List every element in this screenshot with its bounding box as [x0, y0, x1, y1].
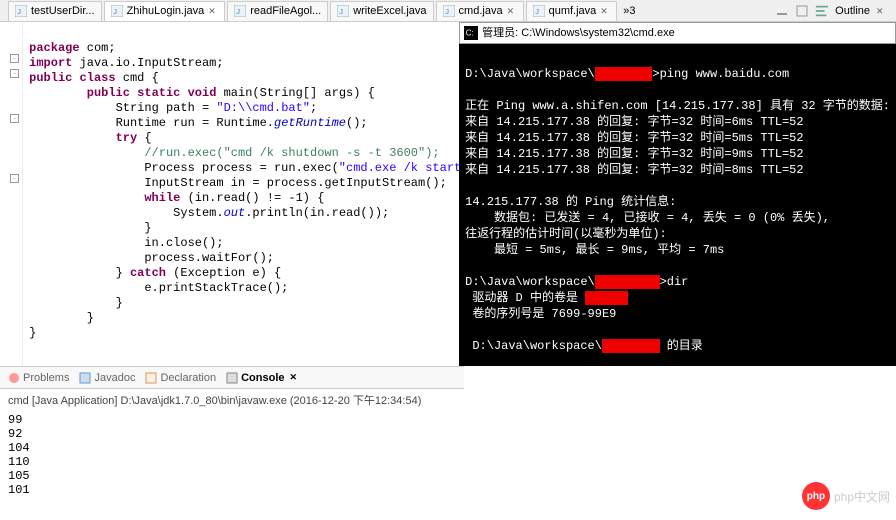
console-header: cmd [Java Application] D:\Java\jdk1.7.0_… — [0, 389, 464, 411]
close-icon[interactable]: ✕ — [290, 372, 298, 383]
bottom-tabbar: Problems Javadoc Declaration Console ✕ — [0, 367, 464, 389]
terminal-titlebar[interactable]: C: 管理员: C:\Windows\system32\cmd.exe — [459, 22, 896, 44]
tab-label: qumf.java — [549, 5, 597, 17]
tab-label: cmd.java — [459, 5, 503, 17]
console-line: 104 — [8, 441, 456, 455]
maximize-icon[interactable] — [795, 4, 809, 18]
watermark: php php中文网 — [802, 482, 890, 510]
console-line: 101 — [8, 483, 456, 497]
php-logo-icon: php — [802, 482, 830, 510]
tab-cmd[interactable]: J cmd.java ✕ — [436, 1, 524, 21]
console-line: 99 — [8, 413, 456, 427]
svg-text:J: J — [237, 7, 241, 16]
tab-problems[interactable]: Problems — [8, 372, 69, 384]
main-area: - - - - package com; import java.io.Inpu… — [0, 22, 896, 366]
tab-label: ZhihuLogin.java — [127, 5, 205, 17]
declaration-icon — [145, 372, 157, 384]
tab-readfileagol[interactable]: J readFileAgol... — [227, 1, 328, 21]
svg-text:J: J — [535, 7, 539, 16]
tab-qumf[interactable]: J qumf.java ✕ — [526, 1, 618, 21]
close-icon[interactable]: ✕ — [600, 6, 610, 16]
tab-testuserdir[interactable]: J testUserDir... — [8, 1, 102, 21]
tab-zhihulogin[interactable]: J ZhihuLogin.java ✕ — [104, 1, 226, 21]
outline-icon — [815, 4, 829, 18]
tab-javadoc[interactable]: Javadoc — [79, 372, 135, 384]
console-line: 92 — [8, 427, 456, 441]
java-file-icon: J — [15, 5, 27, 17]
bottom-panel: Problems Javadoc Declaration Console ✕ c… — [0, 366, 464, 516]
code-editor[interactable]: package com; import java.io.InputStream;… — [23, 22, 459, 366]
close-icon[interactable]: ✕ — [876, 6, 886, 16]
terminal-output[interactable]: D:\Java\workspace\thxxxxxx>ping www.baid… — [459, 44, 896, 520]
java-file-icon: J — [111, 5, 123, 17]
editor-tabbar: J testUserDir... J ZhihuLogin.java ✕ J r… — [0, 0, 896, 22]
cmd-icon: C: — [464, 26, 478, 40]
java-file-icon: J — [443, 5, 455, 17]
tab-label: readFileAgol... — [250, 5, 321, 17]
svg-text:J: J — [17, 7, 21, 16]
svg-text:J: J — [339, 7, 343, 16]
terminal-title: 管理员: C:\Windows\system32\cmd.exe — [482, 25, 675, 41]
tab-writeexcel[interactable]: J writeExcel.java — [330, 1, 433, 21]
java-file-icon: J — [533, 5, 545, 17]
fold-toggle[interactable]: - — [10, 174, 19, 183]
cmd-terminal: C: 管理员: C:\Windows\system32\cmd.exe D:\J… — [459, 22, 896, 366]
java-file-icon: J — [234, 5, 246, 17]
tab-label: writeExcel.java — [353, 5, 426, 17]
outline-label[interactable]: Outline — [835, 5, 870, 17]
tab-console[interactable]: Console ✕ — [226, 372, 297, 384]
fold-toggle[interactable]: - — [10, 69, 19, 78]
console-icon — [226, 372, 238, 384]
close-icon[interactable]: ✕ — [208, 6, 218, 16]
svg-text:J: J — [113, 7, 117, 16]
java-file-icon: J — [337, 5, 349, 17]
problems-icon — [8, 372, 20, 384]
minimize-icon[interactable] — [775, 4, 789, 18]
console-line: 110 — [8, 455, 456, 469]
tab-label: testUserDir... — [31, 5, 95, 17]
more-tabs-indicator[interactable]: »3 — [623, 5, 635, 17]
console-line: 105 — [8, 469, 456, 483]
fold-toggle[interactable]: - — [10, 54, 19, 63]
fold-toggle[interactable]: - — [10, 114, 19, 123]
svg-text:J: J — [445, 7, 449, 16]
javadoc-icon — [79, 372, 91, 384]
svg-text:C:: C: — [466, 29, 474, 38]
code-gutter: - - - - — [0, 22, 23, 366]
console-output[interactable]: 99 92 104 110 105 101 — [0, 411, 464, 499]
close-icon[interactable]: ✕ — [507, 6, 517, 16]
tab-declaration[interactable]: Declaration — [145, 372, 216, 384]
